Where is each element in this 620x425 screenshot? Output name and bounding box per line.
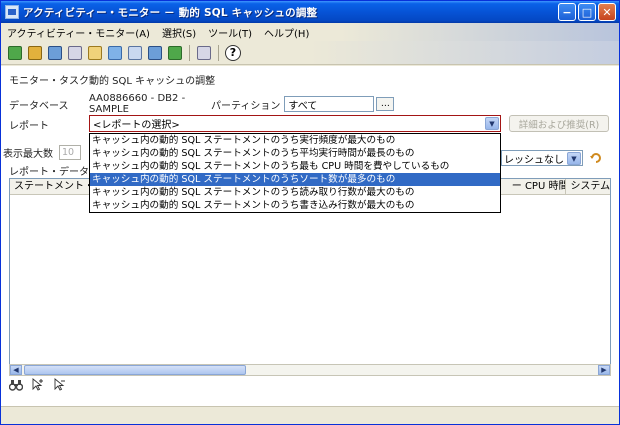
task-row: モニター・タスク 動的 SQL キャッシュの調整 [9,72,215,87]
window-icon [68,45,82,60]
column-header-statement[interactable]: ステートメント・ [10,179,92,195]
menu-select[interactable]: 選択(S) [156,25,202,40]
maximize-button[interactable]: □ [578,3,596,21]
report-button[interactable] [127,45,143,61]
bottom-toolbar [9,378,67,392]
refresh-icon[interactable] [589,151,603,165]
report-dropdown-list: キャッシュ内の動的 SQL ステートメントのうち実行頻度が最大のもの キャッシュ… [89,133,501,213]
report-option-highlighted[interactable]: キャッシュ内の動的 SQL ステートメントのうちソート数が最多のもの [90,173,500,186]
connect-icon [88,45,102,60]
title-bar[interactable]: アクティビティー・モニター － 動的 SQL キャッシュの調整 − □ ✕ [1,1,619,23]
scroll-right-icon[interactable]: ▶ [598,365,610,375]
maximize-icon: □ [581,5,593,19]
database-row: データベース AA0886660 - DB2 - SAMPLE パーティション … [9,93,395,115]
report-label: レポート [9,121,49,132]
monitor-button[interactable] [47,45,63,61]
monitor-icon [48,45,62,60]
chevron-down-icon[interactable]: ▼ [567,152,581,165]
task-icon [8,45,22,60]
database-button[interactable] [27,45,43,61]
max-display-input[interactable]: 10 [59,145,81,160]
report-data-row: レポート・データ [9,163,89,178]
connect-button[interactable] [87,45,103,61]
partition-field[interactable]: すべて [284,96,375,112]
database-label: データベース [9,100,69,112]
close-button[interactable]: ✕ [598,3,616,21]
max-display-label: 表示最大数 [3,149,53,160]
task-label: モニター・タスク [9,76,89,87]
status-bar [1,406,619,424]
db2-icon [108,45,122,60]
help-icon: ? [225,44,241,61]
chevron-down-icon[interactable]: ▼ [485,117,499,130]
close-icon: ✕ [602,5,612,19]
report-data-label: レポート・データ [9,167,89,178]
window-controls: − □ ✕ [558,3,616,21]
menu-bar: アクティビティー・モニター(A) 選択(S) ツール(T) ヘルプ(H) [1,23,619,41]
report-option[interactable]: キャッシュ内の動的 SQL ステートメントのうち書き込み行数が最大のもの [90,199,500,212]
window-small-button[interactable] [196,45,212,61]
max-display-row: 表示最大数 10 [3,145,81,160]
cursor-plus-icon[interactable] [31,378,45,392]
window-small-icon [197,45,211,60]
report-option[interactable]: キャッシュ内の動的 SQL ステートメントのうち読み取り行数が最大のもの [90,186,500,199]
partition-browse-button[interactable]: … [376,97,395,111]
db2-button[interactable] [107,45,123,61]
report-selected-value: <レポートの選択> [93,120,180,131]
window-title: アクティビティー・モニター － 動的 SQL キャッシュの調整 [23,6,318,19]
column-header-cpu-time[interactable]: ー CPU 時間 ⇕ [508,179,567,195]
column-header-system[interactable]: システム [566,179,610,195]
report-option[interactable]: キャッシュ内の動的 SQL ステートメントのうち実行頻度が最大のもの [90,134,500,147]
main-content: モニター・タスク 動的 SQL キャッシュの調整 データベース AA088666… [1,66,619,406]
settings-button[interactable] [147,45,163,61]
report-option[interactable]: キャッシュ内の動的 SQL ステートメントのうち最も CPU 時間を費やしている… [90,160,500,173]
minimize-button[interactable]: − [558,3,576,21]
report-option[interactable]: キャッシュ内の動的 SQL ステートメントのうち平均実行時間が最長のもの [90,147,500,160]
menu-activity-monitor[interactable]: アクティビティー・モニター(A) [1,25,156,40]
horizontal-scrollbar[interactable]: ◀ ▶ [9,364,611,376]
export-button[interactable] [167,45,183,61]
cursor-minus-icon[interactable] [53,378,67,392]
help-button[interactable]: ? [225,44,241,61]
app-window: アクティビティー・モニター － 動的 SQL キャッシュの調整 − □ ✕ アク… [0,0,620,425]
toolbar-separator [189,44,190,61]
report-icon [128,45,142,60]
report-row: レポート [9,117,49,132]
report-combobox[interactable]: <レポートの選択> ▼ [89,115,501,132]
app-icon [5,5,19,19]
database-icon [28,45,42,60]
window-button[interactable] [67,45,83,61]
minimize-icon: − [562,5,572,19]
toolbar: ? [1,41,619,65]
binoculars-icon[interactable] [9,378,23,392]
database-value: AA0886660 - DB2 - SAMPLE [89,93,186,115]
scroll-left-icon[interactable]: ◀ [10,365,22,375]
export-icon [168,45,182,60]
refresh-combobox[interactable]: レッシュなし ▼ [501,150,583,166]
partition-label: パーティション [211,100,281,112]
menu-tools[interactable]: ツール(T) [202,25,258,40]
menu-help[interactable]: ヘルプ(H) [258,25,315,40]
toolbar-separator [218,44,219,61]
task-value: 動的 SQL キャッシュの調整 [89,76,216,87]
settings-icon [148,45,162,60]
task-button[interactable] [7,45,23,61]
details-recommendations-button[interactable]: 詳細および推奨(R) [509,115,609,132]
refresh-value: レッシュなし [504,154,564,166]
scroll-thumb[interactable] [24,365,246,375]
